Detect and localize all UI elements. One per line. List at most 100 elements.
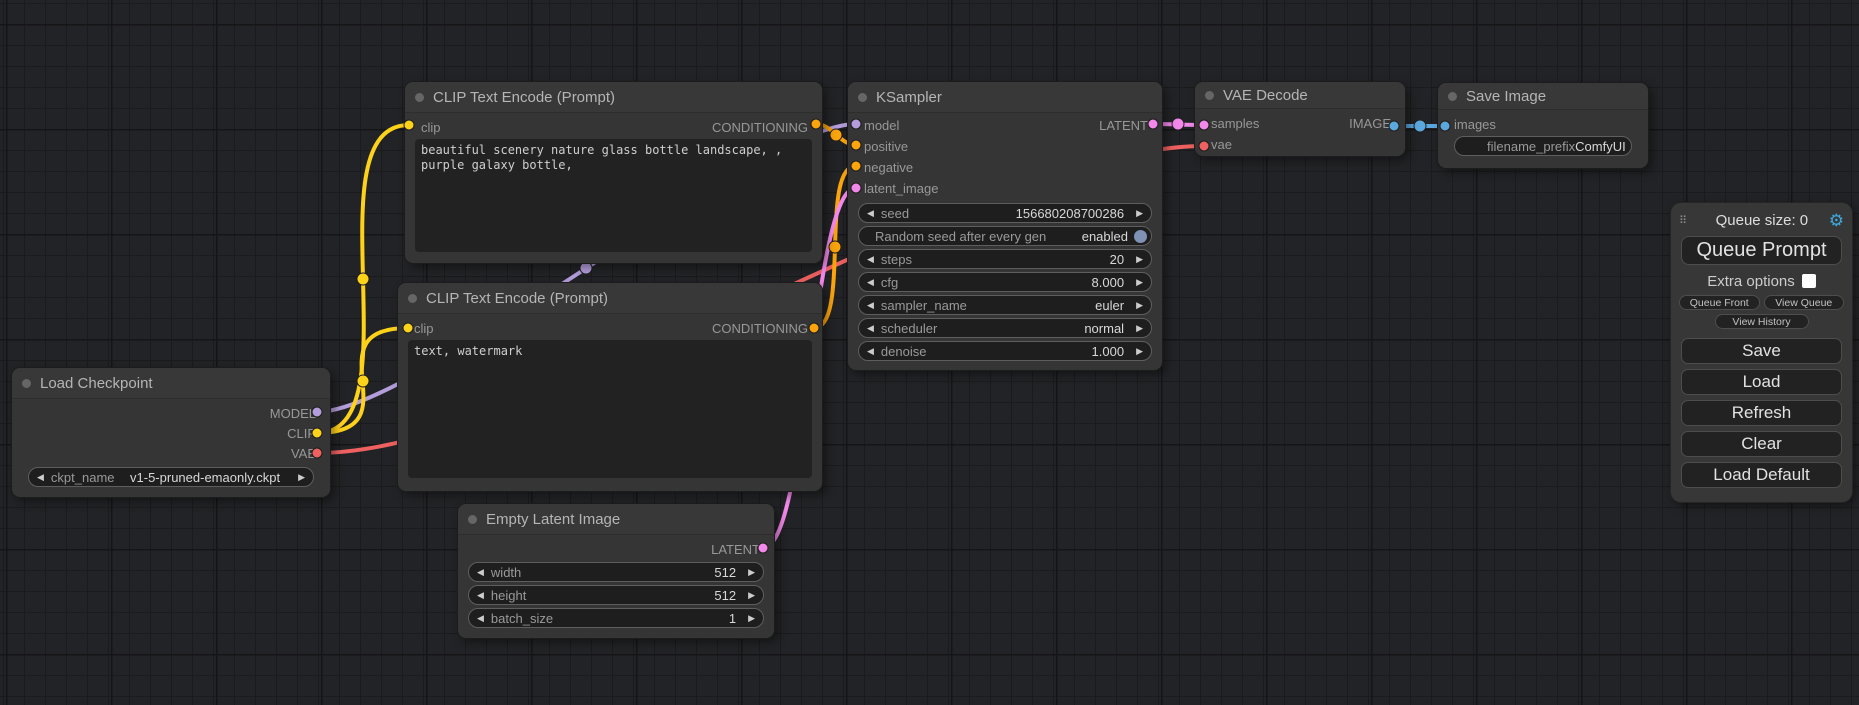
widget-height[interactable]: ◀ height 512 ▶ (468, 585, 764, 605)
widget-filename-prefix[interactable]: filename_prefix ComfyUI (1454, 136, 1632, 156)
decrement-arrow-icon[interactable]: ◀ (867, 255, 874, 264)
node-title: CLIP Text Encode (Prompt) (433, 89, 615, 106)
node-title-bar[interactable]: Empty Latent Image (458, 504, 774, 535)
widget-sampler-name[interactable]: ◀ sampler_name euler ▶ (858, 295, 1152, 315)
port-label-model-out: MODEL (270, 406, 316, 421)
queue-front-button[interactable]: Queue Front (1679, 295, 1760, 310)
widget-value: 20 (1110, 252, 1124, 267)
link-dot-clip-positive[interactable] (357, 273, 369, 285)
link-dot-latent-out[interactable] (1172, 118, 1184, 130)
increment-arrow-icon[interactable]: ▶ (748, 614, 755, 623)
prompt-text-input[interactable]: text, watermark (408, 340, 812, 478)
widget-value: normal (1084, 321, 1124, 336)
node-title-bar[interactable]: CLIP Text Encode (Prompt) (405, 82, 822, 113)
increment-arrow-icon[interactable]: ▶ (748, 568, 755, 577)
collapse-dot-icon[interactable] (858, 93, 867, 102)
widget-label: seed (881, 206, 909, 221)
widget-cfg[interactable]: ◀ cfg 8.000 ▶ (858, 272, 1152, 292)
node-title: KSampler (876, 89, 942, 106)
increment-arrow-icon[interactable]: ▶ (1136, 278, 1143, 287)
port-label-positive-in: positive (864, 139, 908, 154)
increment-arrow-icon[interactable]: ▶ (1136, 255, 1143, 264)
widget-value: 8.000 (1092, 275, 1125, 290)
port-label-clip-in: clip (414, 321, 434, 336)
drag-handle-icon[interactable]: ⠿ (1679, 214, 1695, 227)
link-dot-model[interactable] (580, 262, 592, 274)
collapse-dot-icon[interactable] (408, 294, 417, 303)
widget-label: width (491, 565, 521, 580)
increment-arrow-icon[interactable]: ▶ (748, 591, 755, 600)
decrement-arrow-icon[interactable]: ◀ (477, 614, 484, 623)
increment-arrow-icon[interactable]: ▶ (1136, 209, 1143, 218)
node-vae-decode[interactable]: VAE Decode samples IMAGE vae (1195, 82, 1405, 156)
port-label-vae-out: VAE (291, 446, 316, 461)
queue-prompt-button[interactable]: Queue Prompt (1681, 236, 1842, 265)
increment-arrow-icon[interactable]: ▶ (1136, 324, 1143, 333)
refresh-button[interactable]: Refresh (1681, 400, 1842, 426)
link-dot-clip-negative[interactable] (357, 375, 369, 387)
decrement-arrow-icon[interactable]: ◀ (477, 591, 484, 600)
settings-gear-icon[interactable]: ⚙ (1829, 212, 1844, 229)
decrement-arrow-icon[interactable]: ◀ (477, 568, 484, 577)
port-label-clip-in: clip (421, 120, 441, 135)
clear-button[interactable]: Clear (1681, 431, 1842, 457)
node-title: Load Checkpoint (40, 375, 153, 392)
save-button[interactable]: Save (1681, 338, 1842, 364)
increment-arrow-icon[interactable]: ▶ (1136, 301, 1143, 310)
widget-value: 156680208700286 (1016, 206, 1124, 221)
port-label-model-in: model (864, 118, 899, 133)
view-queue-button[interactable]: View Queue (1764, 295, 1845, 310)
node-save-image[interactable]: Save Image images filename_prefix ComfyU… (1438, 83, 1648, 168)
toggle-enabled-icon[interactable] (1134, 230, 1147, 243)
increment-arrow-icon[interactable]: ▶ (298, 473, 305, 482)
graph-canvas[interactable]: Load Checkpoint MODEL CLIP VAE ◀ ckpt_na… (0, 0, 1859, 705)
decrement-arrow-icon[interactable]: ◀ (867, 278, 874, 287)
node-load-checkpoint[interactable]: Load Checkpoint MODEL CLIP VAE ◀ ckpt_na… (12, 368, 330, 497)
load-button[interactable]: Load (1681, 369, 1842, 395)
decrement-arrow-icon[interactable]: ◀ (867, 209, 874, 218)
widget-label: cfg (881, 275, 898, 290)
node-ksampler[interactable]: KSampler model LATENT positive negative … (848, 82, 1162, 370)
prompt-text-input[interactable]: beautiful scenery nature glass bottle la… (415, 139, 812, 252)
collapse-dot-icon[interactable] (22, 379, 31, 388)
node-clip-text-encode-negative[interactable]: CLIP Text Encode (Prompt) clip CONDITION… (398, 283, 822, 491)
increment-arrow-icon[interactable]: ▶ (1136, 347, 1143, 356)
widget-width[interactable]: ◀ width 512 ▶ (468, 562, 764, 582)
collapse-dot-icon[interactable] (1205, 91, 1214, 100)
widget-seed[interactable]: ◀ seed 156680208700286 ▶ (858, 203, 1152, 223)
widget-label: ckpt_name (51, 470, 115, 485)
node-title-bar[interactable]: VAE Decode (1195, 82, 1405, 109)
widget-denoise[interactable]: ◀ denoise 1.000 ▶ (858, 341, 1152, 361)
node-title-bar[interactable]: CLIP Text Encode (Prompt) (398, 283, 822, 314)
link-dot-cond-negative[interactable] (829, 241, 841, 253)
collapse-dot-icon[interactable] (415, 93, 424, 102)
node-title-bar[interactable]: Save Image (1438, 83, 1648, 110)
queue-panel: ⠿ Queue size: 0 ⚙ Queue Prompt Extra opt… (1671, 203, 1852, 502)
widget-batch-size[interactable]: ◀ batch_size 1 ▶ (468, 608, 764, 628)
widget-label: denoise (881, 344, 927, 359)
widget-scheduler[interactable]: ◀ scheduler normal ▶ (858, 318, 1152, 338)
widget-random-seed-toggle[interactable]: Random seed after every gen enabled (858, 226, 1152, 246)
queue-size-label: Queue size: 0 (1695, 212, 1829, 229)
widget-value: 512 (714, 565, 736, 580)
collapse-dot-icon[interactable] (468, 515, 477, 524)
port-label-vae-in: vae (1211, 137, 1232, 152)
widget-label: filename_prefix (1487, 139, 1575, 154)
widget-steps[interactable]: ◀ steps 20 ▶ (858, 249, 1152, 269)
node-clip-text-encode-positive[interactable]: CLIP Text Encode (Prompt) clip CONDITION… (405, 82, 822, 263)
collapse-dot-icon[interactable] (1448, 92, 1457, 101)
decrement-arrow-icon[interactable]: ◀ (867, 347, 874, 356)
widget-ckpt-name[interactable]: ◀ ckpt_name v1-5-pruned-emaonly.ckpt ▶ (28, 467, 314, 487)
decrement-arrow-icon[interactable]: ◀ (867, 301, 874, 310)
node-title-bar[interactable]: Load Checkpoint (12, 368, 330, 399)
link-dot-image[interactable] (1414, 120, 1426, 132)
link-dot-cond-positive[interactable] (830, 129, 842, 141)
decrement-arrow-icon[interactable]: ◀ (867, 324, 874, 333)
extra-options-checkbox[interactable] (1802, 274, 1816, 288)
node-title: CLIP Text Encode (Prompt) (426, 290, 608, 307)
decrement-arrow-icon[interactable]: ◀ (37, 473, 44, 482)
node-title-bar[interactable]: KSampler (848, 82, 1162, 113)
load-default-button[interactable]: Load Default (1681, 462, 1842, 488)
node-empty-latent-image[interactable]: Empty Latent Image LATENT ◀ width 512 ▶ … (458, 504, 774, 638)
view-history-button[interactable]: View History (1715, 314, 1809, 329)
